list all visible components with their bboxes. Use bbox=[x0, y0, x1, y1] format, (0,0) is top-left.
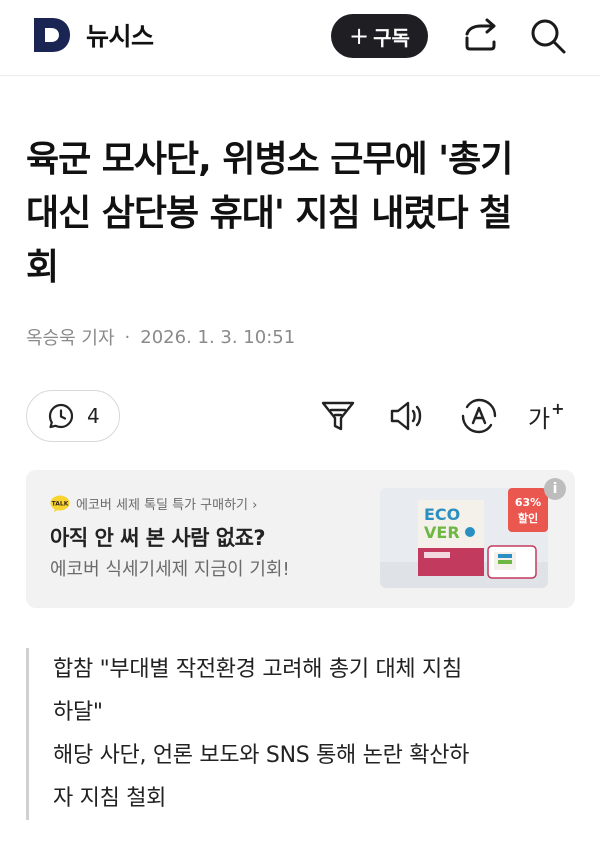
font-size-label: 가 bbox=[528, 404, 551, 433]
newsis-logo-icon bbox=[34, 18, 70, 52]
filter-icon[interactable] bbox=[318, 396, 358, 436]
title-line: 육군 모사단, 위병소 근무에 '총기 bbox=[26, 139, 513, 180]
ad-brand-text: 에코버 세제 톡딜 특가 구매하기 › bbox=[76, 498, 258, 513]
search-icon[interactable] bbox=[528, 16, 568, 56]
brand-logo[interactable]: 뉴시스 bbox=[32, 16, 154, 54]
speaker-icon[interactable] bbox=[388, 396, 428, 436]
byline-separator: · bbox=[124, 326, 131, 348]
subscribe-label: 구독 bbox=[373, 25, 410, 50]
font-size-plus: + bbox=[551, 398, 565, 418]
comment-count: 4 bbox=[87, 404, 100, 428]
ad-headline: 아직 안 써 본 사람 없죠? bbox=[50, 526, 266, 550]
discount-label: 할인 bbox=[518, 511, 538, 525]
kakao-talk-icon: TALK bbox=[50, 495, 70, 512]
comments-button[interactable]: 4 bbox=[26, 390, 120, 442]
plus-icon: + bbox=[349, 22, 370, 50]
talk-badge-text: TALK bbox=[52, 500, 69, 507]
discount-percent: 63% bbox=[515, 496, 541, 509]
comment-icon bbox=[48, 403, 74, 429]
title-line: 회 bbox=[26, 247, 59, 288]
ecover-product-illustration: ECO VER 63% 할인 bbox=[380, 488, 548, 588]
title-line: 대신 삼단봉 휴대' 지침 내렸다 철 bbox=[26, 193, 512, 234]
discount-badge bbox=[508, 488, 548, 532]
brand-name: 뉴시스 bbox=[86, 22, 154, 51]
ecover-logo-bottom: VER bbox=[424, 523, 460, 542]
ad-description: 에코버 식세기세제 지금이 기회! bbox=[50, 559, 290, 580]
flower-icon bbox=[465, 527, 475, 537]
summary-line: 합참 "부대별 작전환경 고려해 총기 대체 지침 bbox=[53, 657, 462, 682]
article-title: 육군 모사단, 위병소 근무에 '총기 대신 삼단봉 휴대' 지침 내렸다 철 … bbox=[26, 133, 574, 295]
summary-line: 하달" bbox=[53, 700, 103, 725]
ad-banner[interactable]: TALK 에코버 세제 톡딜 특가 구매하기 › 아직 안 써 본 사람 없죠?… bbox=[26, 470, 575, 608]
summary-line: 해당 사단, 언론 보도와 SNS 통해 논란 확산하 bbox=[53, 743, 470, 768]
font-size-button[interactable]: 가 + bbox=[528, 396, 568, 436]
translate-icon[interactable] bbox=[459, 396, 499, 436]
ad-info-icon[interactable]: i bbox=[544, 478, 566, 500]
share-icon[interactable] bbox=[461, 16, 501, 56]
summary-line: 자 지침 철회 bbox=[53, 786, 167, 811]
author-name[interactable]: 옥승욱 기자 bbox=[26, 324, 115, 350]
ecover-logo-top: ECO bbox=[424, 505, 460, 524]
subscribe-button[interactable]: + 구독 bbox=[331, 14, 428, 58]
article-byline: 옥승욱 기자 · 2026. 1. 3. 10:51 bbox=[26, 324, 295, 350]
publish-date: 2026. 1. 3. 10:51 bbox=[140, 326, 296, 348]
article-summary: 합참 "부대별 작전환경 고려해 총기 대체 지침 하달" 해당 사단, 언론 … bbox=[26, 648, 574, 820]
ad-product-image: ECO VER 63% 할인 bbox=[380, 488, 548, 588]
app-header: 뉴시스 + 구독 bbox=[0, 0, 600, 76]
ad-brand-line[interactable]: TALK 에코버 세제 톡딜 특가 구매하기 › bbox=[50, 494, 257, 513]
